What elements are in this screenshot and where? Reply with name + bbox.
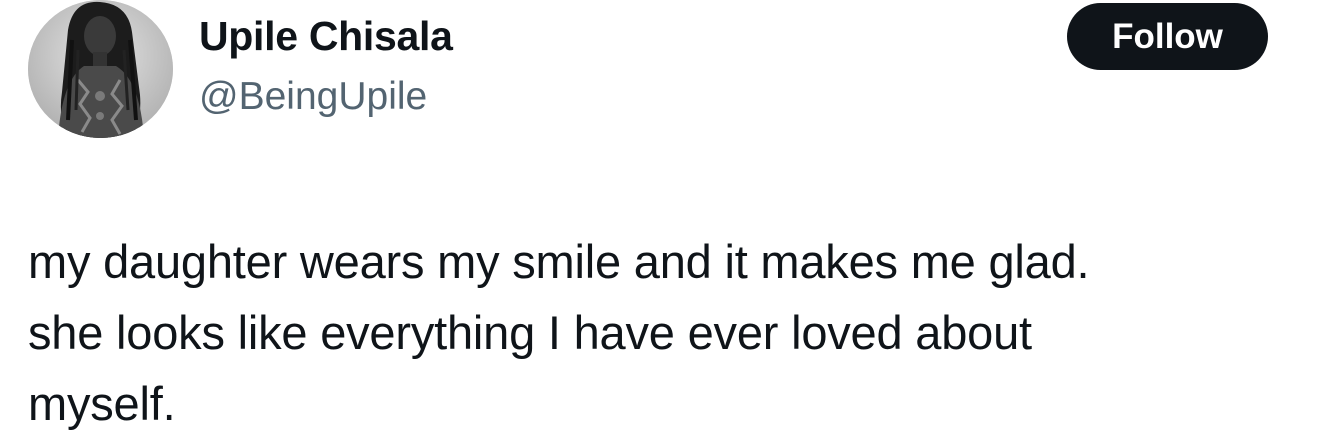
avatar[interactable] [28,0,173,138]
profile-photo-icon [28,0,173,138]
follow-button[interactable]: Follow [1067,3,1268,70]
tweet-text-line: myself. [28,377,176,430]
user-handle[interactable]: @BeingUpile [199,69,427,125]
display-name[interactable]: Upile Chisala [199,8,453,64]
tweet-text: my daughter wears my smile and it makes … [28,226,1308,439]
tweet-text-line: my daughter wears my smile and it makes … [28,235,1090,288]
tweet-card: Upile Chisala @BeingUpile Follow my daug… [0,0,1320,439]
tweet-text-line: she looks like everything I have ever lo… [28,306,1032,359]
